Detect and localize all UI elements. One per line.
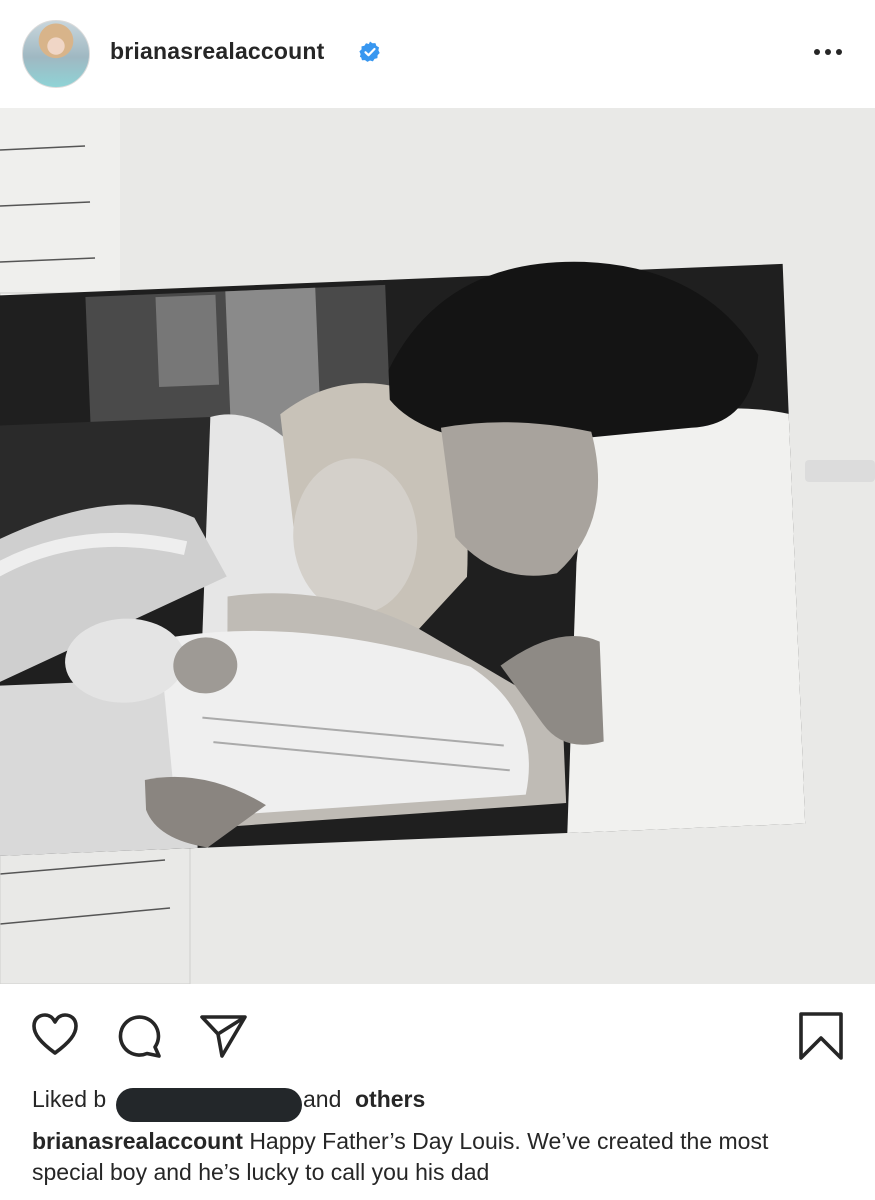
post-caption: brianasrealaccount Happy Father’s Day Lo… (32, 1126, 842, 1188)
heart-icon[interactable] (30, 1010, 80, 1060)
share-icon[interactable] (198, 1010, 248, 1060)
more-options-icon[interactable] (810, 40, 846, 64)
instagram-post: brianasrealaccount Liked b and others br… (0, 0, 875, 1200)
verified-badge-icon (358, 40, 382, 64)
post-username[interactable]: brianasrealaccount (110, 38, 325, 65)
caption-username[interactable]: brianasrealaccount (32, 1128, 243, 1154)
post-header: brianasrealaccount (0, 0, 875, 108)
profile-avatar[interactable] (22, 20, 90, 88)
liked-by-label: Liked b (32, 1086, 107, 1112)
post-photo[interactable] (0, 108, 875, 984)
comment-icon[interactable] (114, 1010, 164, 1060)
post-action-bar (0, 1004, 875, 1066)
bookmark-icon[interactable] (796, 1010, 846, 1060)
and-label: and (303, 1086, 342, 1112)
redaction-bar (116, 1088, 302, 1122)
others-link[interactable]: others (355, 1086, 425, 1113)
photo-illustration (0, 108, 875, 984)
